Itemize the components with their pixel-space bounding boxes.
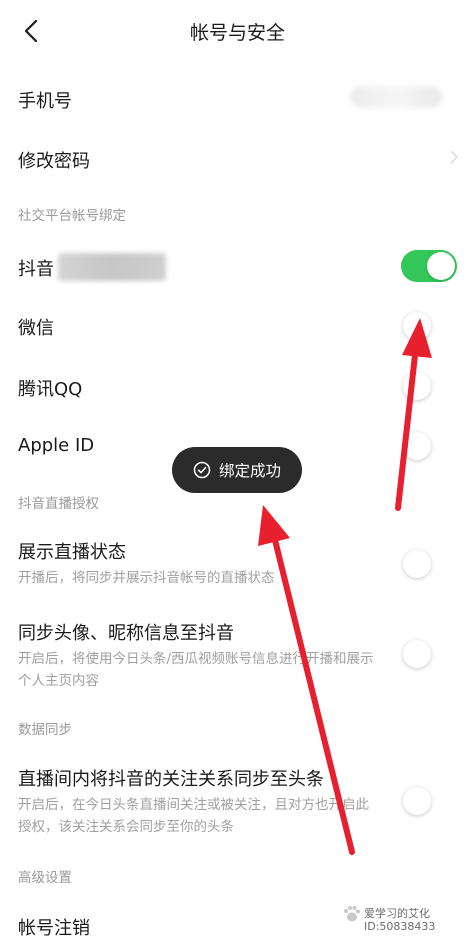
paw-icon: [344, 906, 360, 922]
live-status-label: 展示直播状态: [18, 542, 126, 563]
watermark-line1: 爱学习的艾化: [364, 907, 430, 920]
apple-id-row-label: Apple ID: [18, 435, 95, 456]
sync-follow-toggle[interactable]: [401, 785, 457, 817]
check-circle-icon: [193, 461, 211, 479]
toggle-knob: [427, 252, 455, 280]
toggle-knob: [403, 640, 431, 668]
sync-follow-label: 直播间内将抖音的关注关系同步至头条: [18, 769, 324, 790]
chevron-right-icon: [450, 150, 458, 164]
toggle-knob: [403, 787, 431, 815]
arrow-to-wechat-toggle: [395, 318, 432, 511]
sync-avatar-toggle[interactable]: [401, 638, 457, 670]
douyin-toggle[interactable]: [401, 250, 457, 282]
page-title: 帐号与安全: [189, 22, 285, 44]
sync-avatar-desc: 开启后，将使用今日头条/西瓜视频账号信息进行开播和展示个人主页内容: [18, 651, 374, 689]
account-cancel-label[interactable]: 帐号注销: [18, 914, 90, 940]
change-password-label[interactable]: 修改密码: [18, 147, 90, 173]
live-status-desc: 开播后，将同步并展示抖音帐号的直播状态: [18, 570, 275, 586]
douyin-account-blurred: [58, 253, 166, 281]
section-advanced: 高级设置: [18, 870, 72, 886]
section-data-sync: 数据同步: [18, 722, 72, 738]
douyin-row-label: 抖音: [18, 259, 54, 280]
wechat-toggle[interactable]: [401, 310, 457, 342]
sync-follow-desc: 开启后，在今日头条直播间关注或被关注，且对方也开启此授权，该关注关系会同步至你的…: [18, 797, 369, 835]
success-toast: 绑定成功: [172, 447, 302, 493]
toggle-knob: [403, 312, 431, 340]
phone-row-label[interactable]: 手机号: [18, 87, 72, 113]
apple-id-toggle[interactable]: [401, 430, 457, 462]
section-social-binding: 社交平台帐号绑定: [18, 208, 126, 224]
qq-toggle[interactable]: [401, 370, 457, 402]
watermark-text: 爱学习的艾化 ID:50838433: [364, 907, 435, 933]
phone-number-blurred: [350, 86, 442, 108]
live-status-toggle[interactable]: [401, 548, 457, 580]
watermark-line2: ID:50838433: [364, 920, 436, 933]
toast-text: 绑定成功: [218, 462, 281, 480]
toggle-knob: [403, 432, 431, 460]
section-live-auth: 抖音直播授权: [18, 496, 99, 512]
toggle-knob: [403, 550, 431, 578]
wechat-row-label: 微信: [18, 318, 54, 339]
sync-avatar-label: 同步头像、昵称信息至抖音: [18, 623, 234, 644]
qq-row-label: 腾讯QQ: [18, 379, 83, 400]
toggle-knob: [403, 372, 431, 400]
